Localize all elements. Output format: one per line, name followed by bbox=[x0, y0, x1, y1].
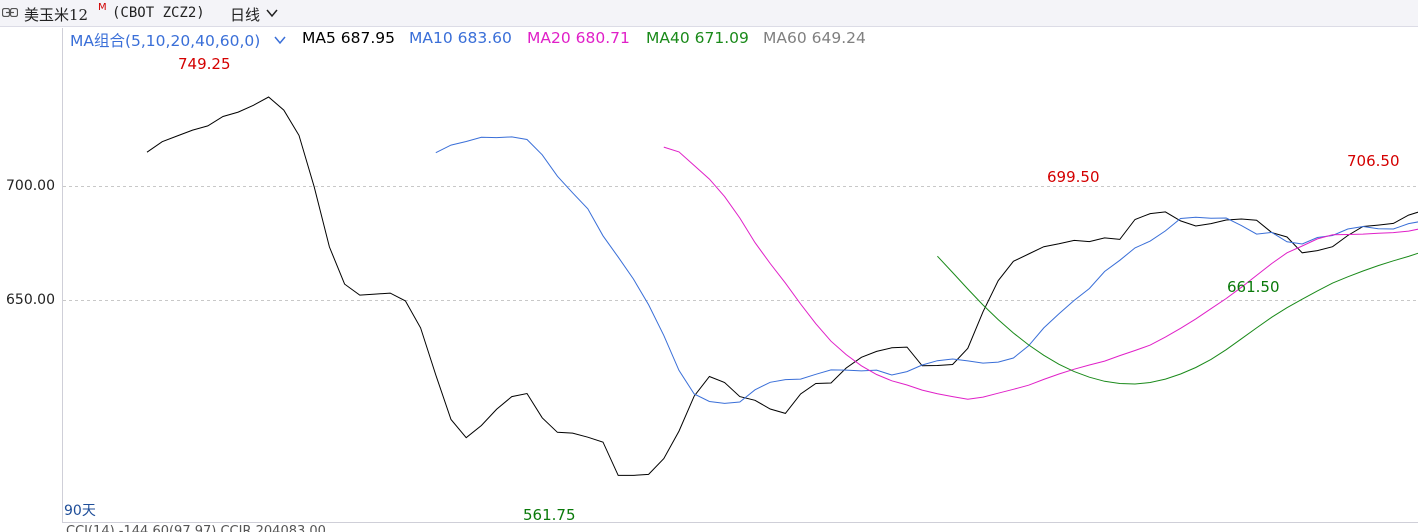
candlestick-chart[interactable]: 749.25 561.75 699.50 706.50 661.50 bbox=[0, 0, 1418, 531]
ma-line-ma10 bbox=[435, 136, 1418, 404]
ma-line-ma40 bbox=[937, 252, 1418, 385]
annotation-low: 661.50 bbox=[1227, 278, 1280, 296]
annotation-high: 706.50 bbox=[1347, 152, 1400, 170]
annotation-high: 749.25 bbox=[178, 55, 231, 73]
period-length-label: 90天 bbox=[64, 503, 96, 519]
ma-line-ma20 bbox=[663, 146, 1418, 400]
annotation-high: 699.50 bbox=[1047, 168, 1100, 186]
